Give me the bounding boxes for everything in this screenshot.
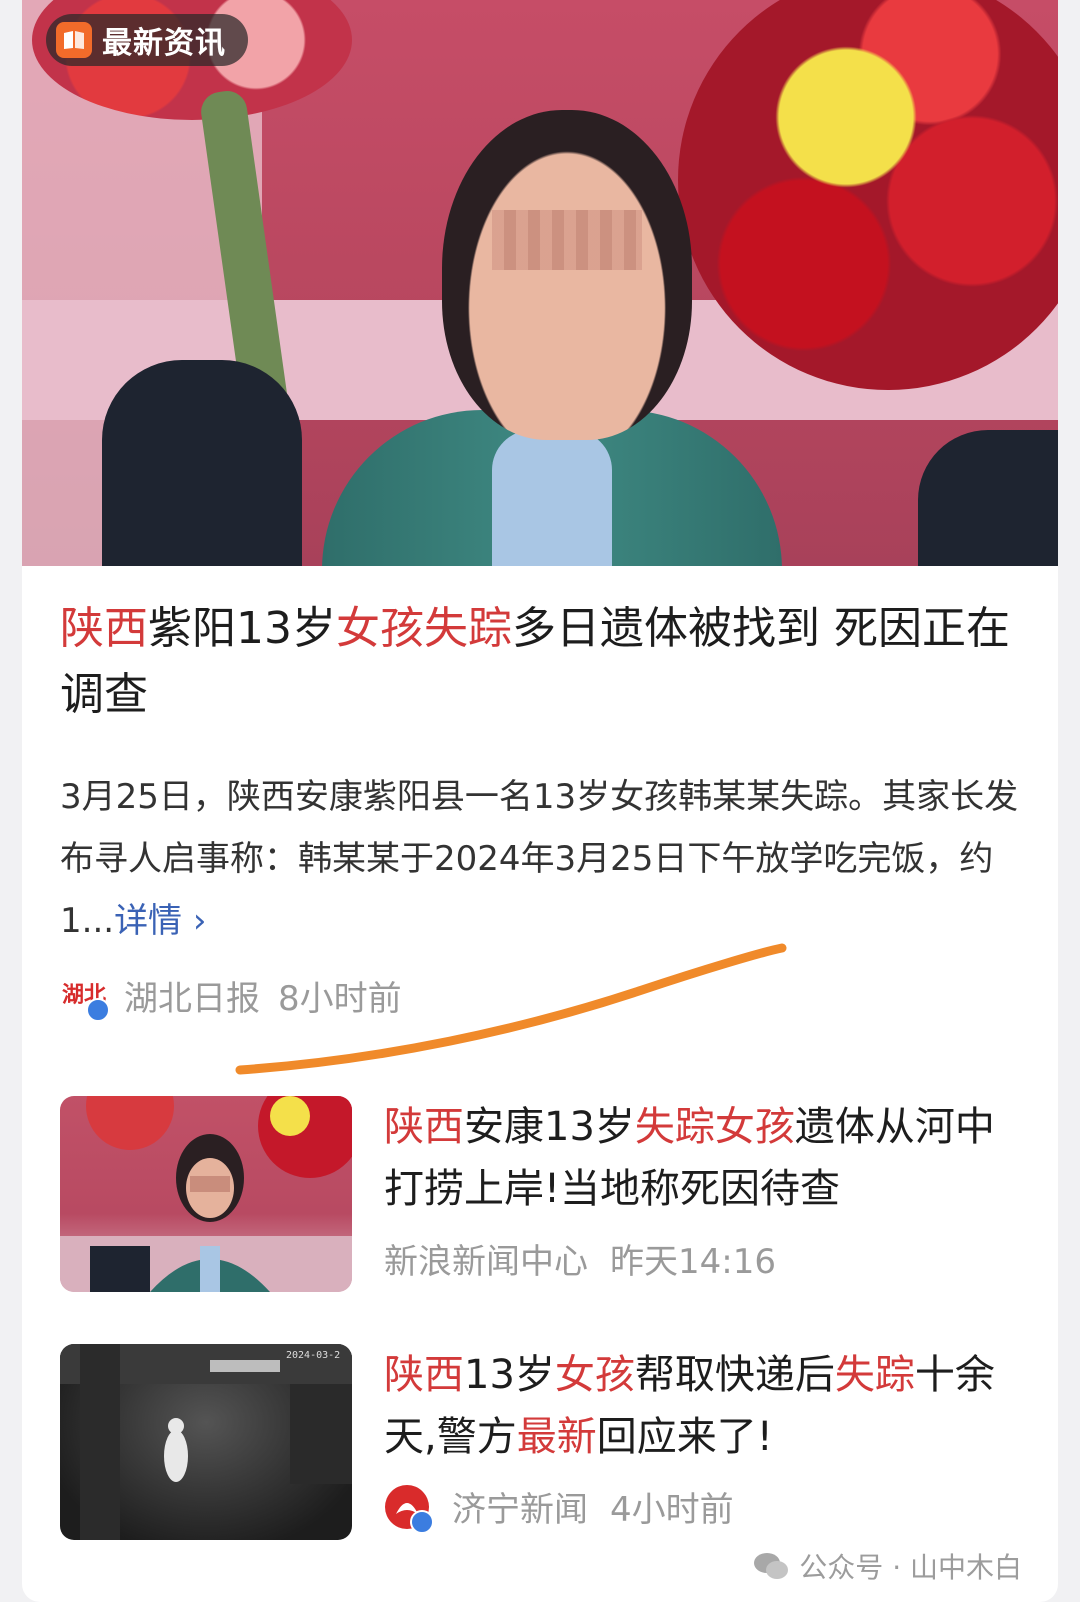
main-article-title[interactable]: 陕西紫阳13岁女孩失踪多日遗体被找到 死因正在调查 bbox=[60, 596, 1020, 728]
badge-label: 最新资讯 bbox=[102, 26, 226, 61]
hero-head bbox=[442, 110, 692, 440]
title-highlight: 女孩失踪 bbox=[336, 603, 512, 654]
details-link[interactable]: 详情 › bbox=[114, 901, 206, 941]
hero-image[interactable]: 最新资讯 bbox=[22, 0, 1058, 566]
title-highlight: 陕西 bbox=[384, 1352, 464, 1398]
hubei-daily-logo[interactable]: 湖北 bbox=[60, 972, 110, 1022]
related-thumbnail[interactable] bbox=[60, 1096, 352, 1292]
related-news-item[interactable]: 2024-03-2 陕西13岁女孩帮取快递后失踪十余天,警方最新回应来了! 济宁… bbox=[60, 1344, 1020, 1544]
related-title: 陕西13岁女孩帮取快递后失踪十余天,警方最新回应来了! bbox=[384, 1344, 1004, 1468]
hero-sleeve-left bbox=[102, 360, 302, 566]
verified-icon bbox=[410, 1509, 434, 1534]
title-text: 帮取快递后 bbox=[634, 1352, 835, 1398]
title-text: 13岁 bbox=[464, 1352, 555, 1398]
publish-time: 昨天14:16 bbox=[610, 1242, 776, 1282]
title-highlight: 陕西 bbox=[60, 603, 148, 654]
related-meta: 济宁新闻 4小时前 bbox=[384, 1482, 734, 1534]
main-article-summary[interactable]: 3月25日，陕西安康紫阳县一名13岁女孩韩某某失踪。其家长发布寻人启事称：韩某某… bbox=[60, 766, 1020, 952]
news-book-icon bbox=[56, 22, 92, 58]
related-meta: 新浪新闻中心 昨天14:16 bbox=[384, 1234, 776, 1283]
related-news-item[interactable]: 陕西安康13岁失踪女孩遗体从河中打捞上岸!当地称死因待查 新浪新闻中心 昨天14… bbox=[60, 1096, 1020, 1296]
source-name[interactable]: 济宁新闻 bbox=[452, 1482, 588, 1531]
news-card: 最新资讯 陕西紫阳13岁女孩失踪多日遗体被找到 死因正在调查 3月25日，陕西安… bbox=[22, 0, 1058, 1602]
publish-time: 8小时前 bbox=[278, 978, 402, 1019]
title-text: 紫阳13岁 bbox=[148, 603, 336, 654]
jining-news-logo[interactable] bbox=[384, 1484, 434, 1534]
title-highlight: 失踪 bbox=[834, 1352, 915, 1398]
related-thumbnail[interactable]: 2024-03-2 bbox=[60, 1344, 352, 1540]
publish-time: 4小时前 bbox=[610, 1490, 734, 1530]
cctv-timestamp: 2024-03-2 bbox=[286, 1350, 340, 1361]
title-text: 安康13岁 bbox=[464, 1104, 635, 1150]
news-badge: 最新资讯 bbox=[46, 14, 248, 66]
title-highlight: 陕西 bbox=[384, 1104, 464, 1150]
watermark-text: 公众号 · 山中木白 bbox=[799, 1551, 1022, 1584]
verified-icon bbox=[86, 998, 110, 1022]
wechat-watermark: 公众号 · 山中木白 bbox=[753, 1546, 1022, 1586]
title-highlight: 最新 bbox=[516, 1414, 597, 1460]
title-highlight: 女孩 bbox=[554, 1352, 635, 1398]
source-name[interactable]: 新浪新闻中心 bbox=[384, 1234, 588, 1283]
source-name[interactable]: 湖北日报 bbox=[124, 971, 260, 1020]
wechat-icon bbox=[754, 1553, 789, 1579]
title-text: 回应来了! bbox=[596, 1414, 773, 1460]
title-highlight: 失踪女孩 bbox=[634, 1104, 795, 1150]
related-title: 陕西安康13岁失踪女孩遗体从河中打捞上岸!当地称死因待查 bbox=[384, 1096, 1004, 1220]
main-article-meta: 湖北 湖北日报 8小时前 bbox=[60, 970, 402, 1022]
hero-shirt bbox=[492, 430, 612, 566]
hero-face-blur bbox=[492, 210, 642, 270]
hero-sleeve-right bbox=[918, 430, 1058, 566]
